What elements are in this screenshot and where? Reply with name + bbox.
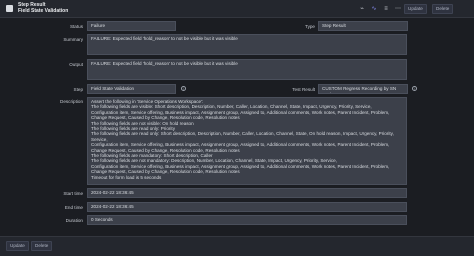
start-time-label: Start time [63,191,83,196]
start-time-field[interactable]: 2024-02-22 18:36:45 [87,188,407,198]
delete-button[interactable]: Delete [432,4,454,14]
info-icon[interactable]: i [412,86,417,91]
output-label: Output [69,62,83,67]
pulse-icon[interactable]: ∿ [370,5,378,13]
header-titles: Step Result Field State Validation [18,2,68,14]
step-label: Step [73,87,83,92]
footer-update-button[interactable]: Update [6,241,29,251]
description-label: Description [60,99,83,104]
type-label: Type [305,24,315,29]
page-subtitle: Field State Validation [18,8,69,14]
step-field[interactable]: Field State Validation [87,84,176,94]
test-result-label: Test Result [292,87,315,92]
duration-field[interactable]: 0 Seconds [87,215,407,225]
paperclip-icon[interactable]: ⌁ [358,5,366,13]
sliders-icon[interactable]: ≡ [382,5,390,13]
end-time-field[interactable]: 2024-02-22 18:36:45 [87,202,407,212]
header-bar: Step Result Field State Validation ⌁ ∿ ≡… [0,0,474,18]
status-field[interactable]: Failure [87,21,176,31]
info-icon[interactable]: i [181,86,186,91]
description-field[interactable]: Assert the following in 'Service Operati… [87,97,407,185]
status-label: Status [69,24,83,29]
summary-field[interactable]: FAILURE: Expected field 'hold_reason' to… [87,34,407,55]
footer-delete-button[interactable]: Delete [31,241,53,251]
footer-bar: Update Delete [0,236,474,256]
summary-label: Summary [63,37,83,42]
test-result-field[interactable]: CUSTOM Regress Recording by SN nerd [318,84,408,94]
update-button[interactable]: Update [404,4,427,14]
more-options-icon[interactable]: ⋯ [394,5,402,13]
end-time-label: End time [64,205,83,210]
type-field[interactable]: Step Result [318,21,408,31]
output-field[interactable]: FAILURE: Expected field 'hold_reason' to… [87,59,407,80]
duration-label: Duration [65,218,83,223]
menu-icon[interactable] [6,5,13,12]
